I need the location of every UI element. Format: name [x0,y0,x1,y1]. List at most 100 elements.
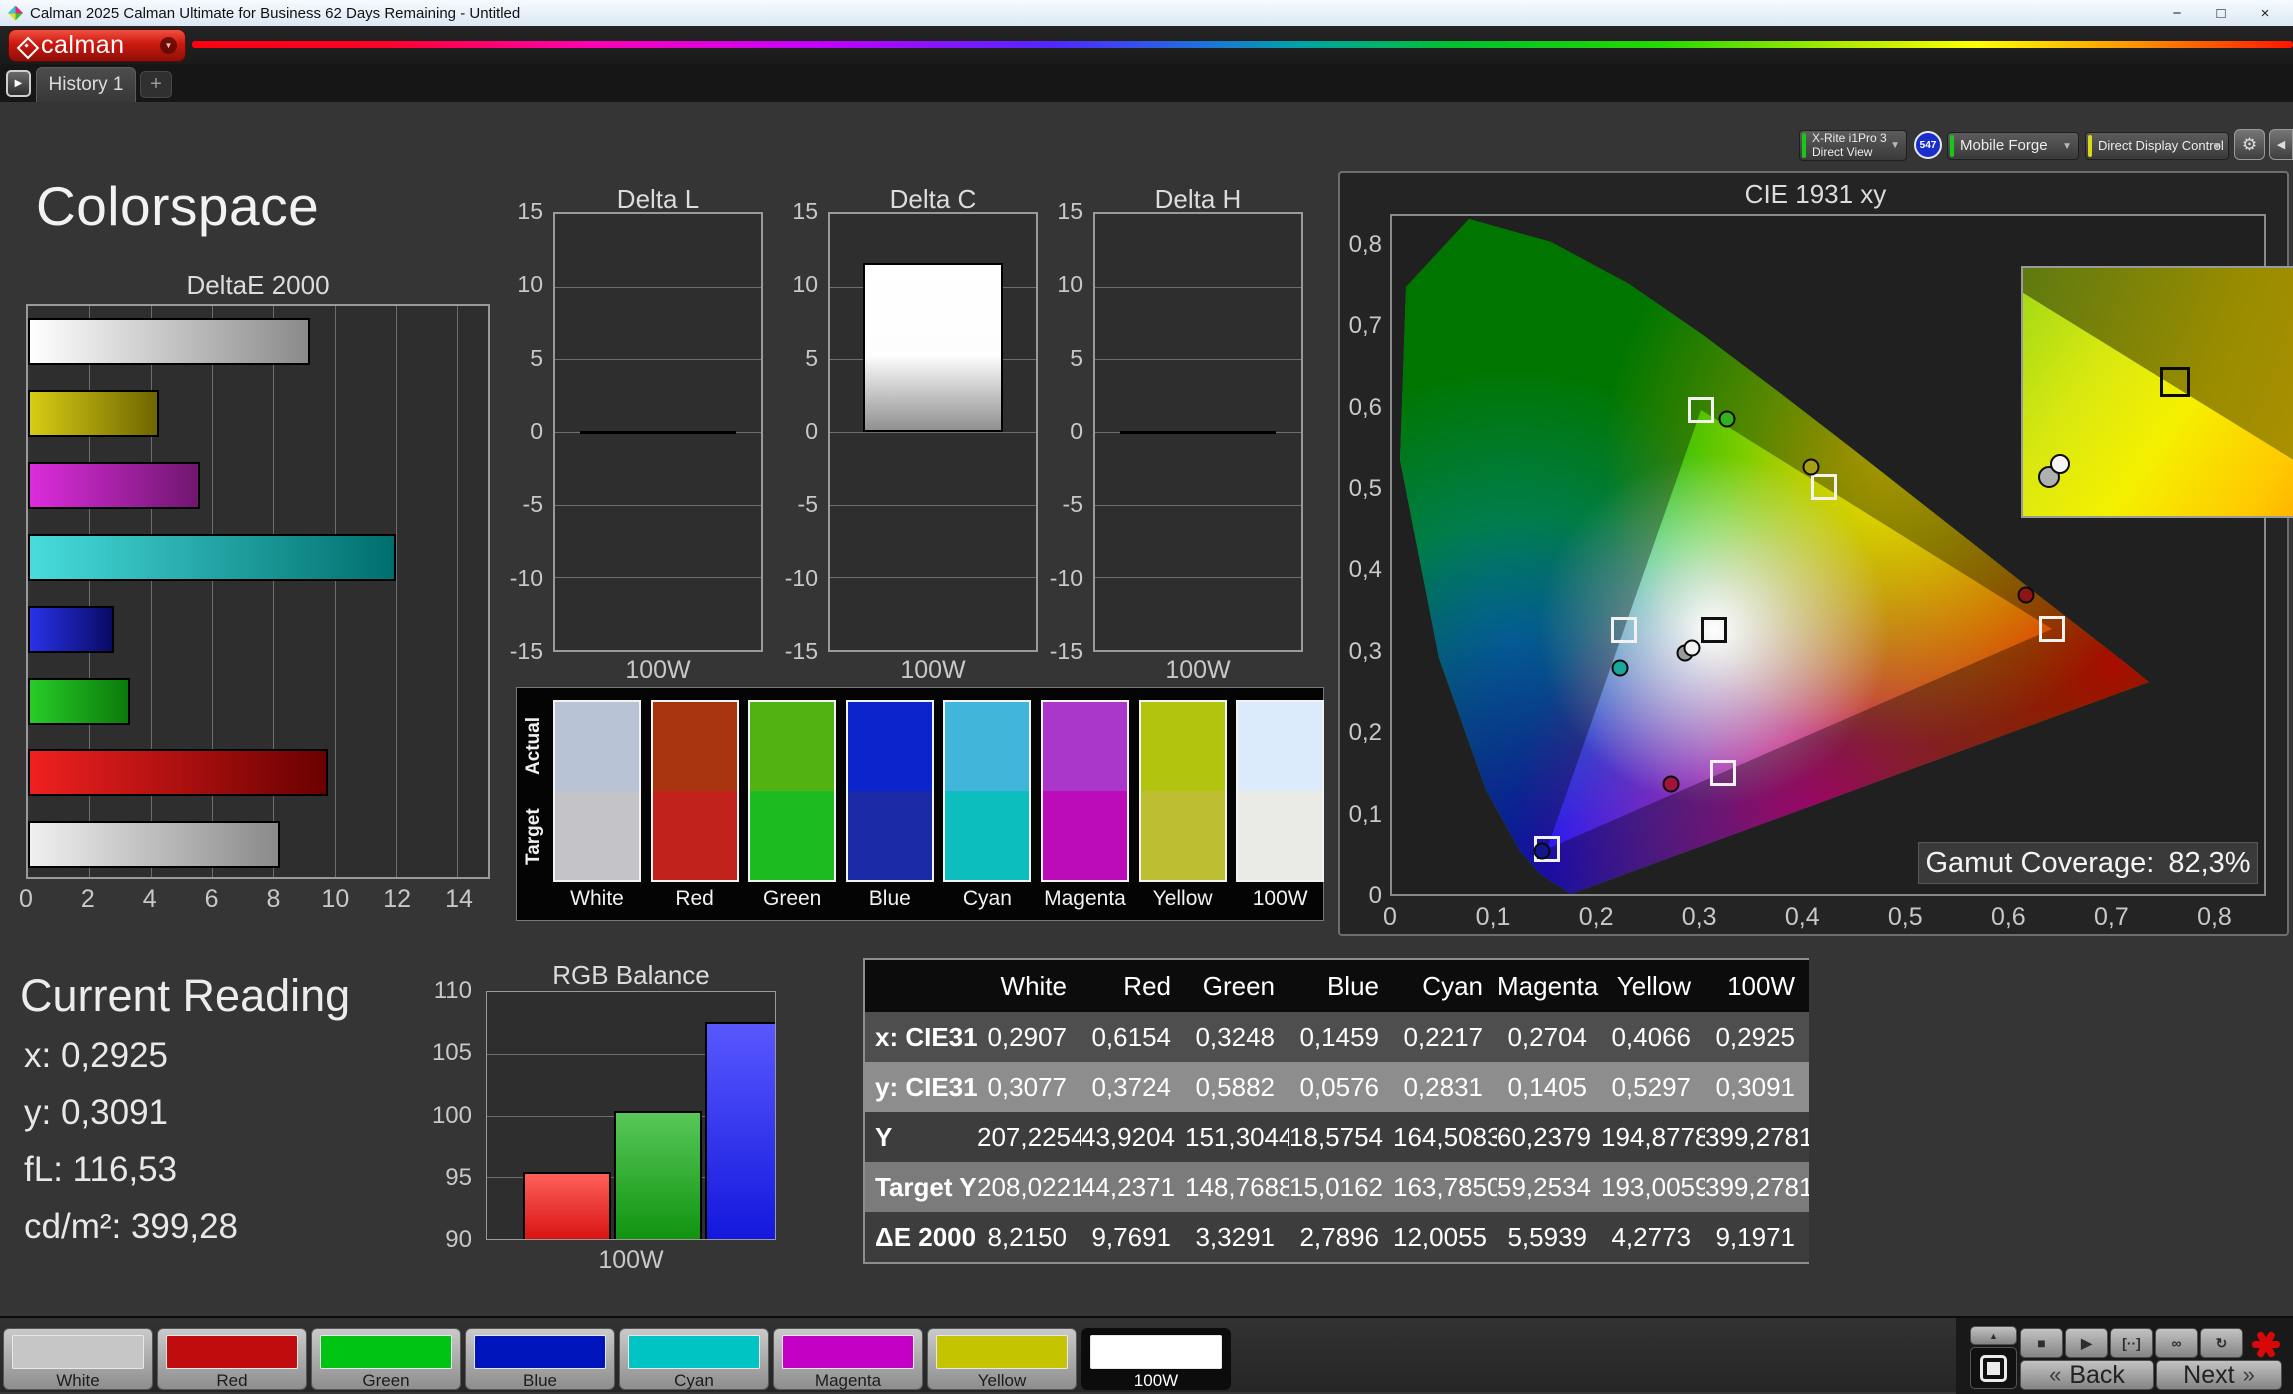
table-cell: 148,7688 [1185,1162,1289,1212]
cie-measured-red [2018,586,2035,603]
display-control-name: Direct Display Control [2086,139,2224,154]
swatch-stack [846,700,934,882]
axis-tick-label: -15 [1050,638,1083,665]
row-label: y: CIE31 [865,1062,977,1112]
pattern-button-yellow[interactable]: Yellow [927,1328,1077,1390]
gridline [830,577,1036,578]
table-row: x: CIE310,29070,61540,32480,14590,22170,… [865,1012,1809,1062]
axis-tick-label: -5 [523,491,543,518]
table-cell: 0,1405 [1497,1062,1601,1112]
close-button[interactable]: × [2243,0,2287,26]
pattern-button-white[interactable]: White [3,1328,153,1390]
actual-swatch [750,702,834,791]
axis-tick-label: -10 [1050,565,1083,592]
axis-tick-label: 15 [517,198,543,225]
display-control-dropdown[interactable]: Direct Display Control ▼ [2085,132,2229,160]
interval-read-button[interactable]: [··] [2110,1328,2153,1358]
pattern-button-cyan[interactable]: Cyan [619,1328,769,1390]
axis-tick-label: -10 [785,565,818,592]
pattern-swatch [12,1335,144,1369]
maximize-button[interactable]: □ [2199,0,2243,26]
swatch-label: Cyan [943,887,1031,911]
expand-up-button[interactable]: ▲ [1970,1326,2017,1345]
measurement-table: WhiteRedGreenBlueCyanMagentaYellow100Wx:… [863,958,1809,1264]
pattern-swatch [936,1335,1068,1369]
axis-tick-label: 0 [1383,903,1397,932]
swatch-stack [748,700,836,882]
swatch-column-blue: Blue [846,700,934,911]
calman-logo-icon [17,37,35,55]
cie-measured-white [1683,639,1700,656]
settings-gear-button[interactable]: ⚙ [2234,129,2265,160]
actual-row-label: Actual [521,700,547,791]
source-dropdown[interactable]: Mobile Forge ▼ [1947,132,2079,160]
axis-tick-label: 100 [432,1102,472,1130]
axis-tick-label: 0,2 [1349,719,1382,747]
table-cell: 151,3044 [1185,1112,1289,1162]
collapse-panel-button[interactable]: ◀ [2269,129,2293,160]
swatch-column-cyan: Cyan [943,700,1031,911]
axis-tick-label: 0 [1369,882,1382,910]
column-header: Blue [1289,960,1393,1012]
play-button[interactable]: ▶ [2065,1328,2108,1358]
zero-value-line [580,431,737,434]
stop-button[interactable]: ■ [2020,1328,2063,1358]
target-swatch [1141,791,1225,880]
axis-tick-label: 0 [805,418,818,445]
add-tab-button[interactable]: + [140,71,172,98]
delta-h-x-label: 100W [1093,656,1303,685]
chevron-down-icon: ▼ [2062,141,2072,152]
table-cell: 9,7691 [1081,1212,1185,1262]
delta-l-x-label: 100W [553,656,763,685]
actual-swatch [555,702,639,791]
swatch-label: Red [651,887,739,911]
table-cell: 0,2907 [977,1012,1081,1062]
gridline [335,306,336,877]
meter-dropdown[interactable]: X-Rite i1Pro 3 Direct View ▼ [1799,130,1907,161]
pattern-swatch [320,1335,452,1369]
target-swatch [653,791,737,880]
back-button[interactable]: « Back [2020,1360,2154,1390]
table-cell: 0,2704 [1497,1012,1601,1062]
pattern-window-button[interactable] [1970,1347,2017,1389]
next-button[interactable]: Next » [2156,1360,2282,1390]
gridline [555,577,761,578]
continuous-read-button[interactable]: ∞ [2155,1328,2198,1358]
pattern-label: Green [312,1371,460,1391]
table-cell: 0,0576 [1289,1062,1393,1112]
table-cell: 0,2925 [1705,1012,1809,1062]
swatch-label: White [553,887,641,911]
axis-tick-label: 0,7 [1349,312,1382,340]
gridline [457,306,458,877]
axis-tick-label: 10 [792,271,818,298]
tab-history-1[interactable]: History 1 [36,67,136,102]
zero-value-line [1120,431,1277,434]
axis-tick-label: 105 [432,1039,472,1067]
axis-tick-label: 0,1 [1476,903,1511,932]
pattern-label: Cyan [620,1371,768,1391]
deltae-chart-title: DeltaE 2000 [26,270,490,301]
target-swatch [945,791,1029,880]
pattern-button-blue[interactable]: Blue [465,1328,615,1390]
page-title: Colorspace [36,174,319,238]
target-swatch [1043,791,1127,880]
pattern-button-green[interactable]: Green [311,1328,461,1390]
deltae-bar-yellow [28,390,159,437]
meter-count-badge[interactable]: 547 [1914,131,1942,159]
pattern-button-100w[interactable]: 100W [1081,1328,1231,1390]
cie-chart-title: CIE 1931 xy [1340,179,2291,210]
cie-measured-cyan [1612,659,1629,676]
deltae-bar-red [28,749,328,796]
delta-h-y-axis: 151050-5-10-15 [1041,212,1089,652]
pattern-button-magenta[interactable]: Magenta [773,1328,923,1390]
table-cell: 0,5882 [1185,1062,1289,1112]
refresh-read-button[interactable]: ↻ [2200,1328,2243,1358]
calman-menu-button[interactable]: calman ▼ [8,29,186,62]
minimize-button[interactable]: − [2155,0,2199,26]
pattern-swatch [1090,1335,1222,1369]
tab-scroll-button[interactable]: ▶ [6,70,31,97]
table-cell: 399,2781 [1705,1162,1809,1212]
gridline [396,306,397,877]
pattern-button-red[interactable]: Red [157,1328,307,1390]
gridline [555,505,761,506]
